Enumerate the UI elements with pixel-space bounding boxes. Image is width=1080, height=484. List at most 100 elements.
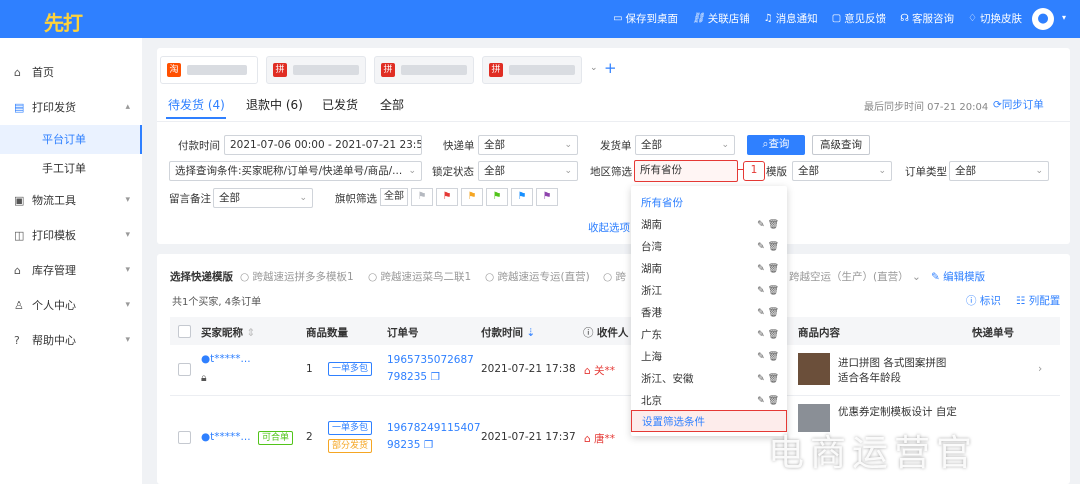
dropdown-option[interactable]: 浙江、安徽 ✎ 🗑︎: [631, 368, 787, 390]
copy-icon[interactable]: ❐: [430, 371, 439, 383]
order-number-link[interactable]: 1965735072687: [387, 354, 474, 366]
trash-icon[interactable]: 🗑︎: [768, 308, 779, 318]
express-select[interactable]: 全部 ⌄: [478, 135, 578, 155]
dropdown-option[interactable]: 上海 ✎ 🗑︎: [631, 346, 787, 368]
dropdown-option[interactable]: 浙江 ✎ 🗑︎: [631, 280, 787, 302]
trash-icon[interactable]: 🗑︎: [768, 220, 779, 230]
edit-icon[interactable]: ✎: [757, 286, 765, 296]
flag-gray-icon[interactable]: ⚑: [411, 188, 433, 206]
sidebar-item-home[interactable]: ⌂ 首页: [0, 55, 142, 89]
support-button[interactable]: ☊ 客服咨询: [900, 11, 954, 26]
order-number-link[interactable]: 98235 ❐: [387, 439, 433, 451]
template-select[interactable]: 全部 ⌄: [792, 161, 892, 181]
flag-purple-icon[interactable]: ⚑: [536, 188, 558, 206]
chevron-down-icon[interactable]: ▾: [1062, 13, 1066, 22]
sidebar-item-inventory[interactable]: ⌂ 库存管理 ▾: [0, 253, 142, 287]
buyer-nickname[interactable]: ●t*****...: [201, 431, 251, 443]
express-template-radio[interactable]: ○ 跨: [603, 269, 626, 284]
row-checkbox[interactable]: [178, 363, 191, 376]
edit-icon[interactable]: ✎: [757, 330, 765, 340]
tab-refunding[interactable]: 退款中 (6): [246, 96, 303, 113]
edit-icon[interactable]: ✎: [757, 396, 765, 406]
notifications-button[interactable]: ♫ 消息通知: [764, 11, 818, 26]
remark-select[interactable]: 全部 ⌄: [213, 188, 313, 208]
copy-icon[interactable]: ❐: [424, 439, 433, 451]
trash-icon[interactable]: 🗑︎: [768, 374, 779, 384]
dropdown-option-all[interactable]: 所有省份: [631, 192, 787, 214]
express-template-radio[interactable]: 跨越空运（生产）(直营） ⌄: [789, 269, 921, 284]
express-template-radio[interactable]: ○ 跨越速运菜鸟二联1: [368, 269, 471, 284]
column-header-pay-time[interactable]: 付款时间 ⇣: [481, 325, 535, 340]
edit-icon[interactable]: ✎: [757, 220, 765, 230]
tab-all[interactable]: 全部: [380, 96, 404, 113]
sidebar-item-print-templates[interactable]: ◫ 打印模板 ▾: [0, 218, 142, 252]
trash-icon[interactable]: 🗑︎: [768, 286, 779, 296]
link-shop-button[interactable]: ⛓ 关联店铺: [692, 11, 750, 26]
sync-orders-link[interactable]: ⟳同步订单: [993, 97, 1044, 112]
feedback-button[interactable]: ▢ 意见反馈: [832, 11, 886, 26]
advanced-query-button[interactable]: 高级查询: [812, 135, 870, 155]
avatar[interactable]: ●: [1032, 8, 1054, 30]
trash-icon[interactable]: 🗑︎: [768, 242, 779, 252]
dropdown-option[interactable]: 湖南 ✎ 🗑︎: [631, 214, 787, 236]
order-number-link[interactable]: 798235 ❐: [387, 371, 440, 383]
save-desktop-button[interactable]: ▭ 保存到桌面: [613, 11, 678, 26]
express-template-radio[interactable]: ○ 跨越速运专运(直营): [485, 269, 590, 284]
trash-icon[interactable]: 🗑︎: [768, 330, 779, 340]
switch-skin-button[interactable]: ♢ 切换皮肤: [968, 11, 1022, 26]
flag-blue-icon[interactable]: ⚑: [511, 188, 533, 206]
query-condition-select[interactable]: 选择查询条件:买家昵称/订单号/快递单号/商品/... ⌄: [169, 161, 422, 181]
recipient[interactable]: ⌂ 唐**: [584, 431, 615, 446]
sidebar-item-help[interactable]: ? 帮助中心 ▾: [0, 323, 142, 357]
edit-icon[interactable]: ✎: [757, 242, 765, 252]
column-header-buyer[interactable]: 买家昵称 ⇕: [201, 325, 255, 340]
edit-template-link[interactable]: ✎ 编辑模版: [931, 269, 985, 284]
sidebar-item-profile[interactable]: ♙ 个人中心 ▾: [0, 288, 142, 322]
sidebar-item-logistics[interactable]: ▣ 物流工具 ▾: [0, 183, 142, 217]
chevron-down-icon[interactable]: ⌄: [590, 63, 598, 73]
express-template-radio[interactable]: ○ 跨越速运拼多多模板1: [240, 269, 354, 284]
trash-icon[interactable]: 🗑︎: [768, 264, 779, 274]
mark-button[interactable]: ⓘ 标识: [966, 293, 1001, 308]
recipient[interactable]: ⌂ 关**: [584, 363, 615, 378]
ship-select[interactable]: 全部 ⌄: [635, 135, 735, 155]
collapse-options-link[interactable]: 收起选项: [588, 220, 630, 235]
shop-tab[interactable]: 淘: [160, 56, 258, 84]
add-shop-button[interactable]: +: [604, 59, 617, 77]
set-filter-conditions-button[interactable]: 设置筛选条件: [631, 410, 787, 432]
tab-pending-ship[interactable]: 待发货 (4): [168, 96, 225, 113]
edit-icon[interactable]: ✎: [757, 374, 765, 384]
edit-icon[interactable]: ✎: [757, 308, 765, 318]
trash-icon[interactable]: 🗑︎: [768, 352, 779, 362]
flag-all-button[interactable]: 全部: [380, 188, 408, 206]
region-select[interactable]: 所有省份: [634, 160, 738, 182]
lock-status-select[interactable]: 全部 ⌄: [478, 161, 578, 181]
row-checkbox[interactable]: [178, 431, 191, 444]
query-button[interactable]: ⌕查询: [747, 135, 805, 155]
shop-tab[interactable]: 拼: [482, 56, 582, 84]
flag-red-icon[interactable]: ⚑: [436, 188, 458, 206]
flag-yellow-icon[interactable]: ⚑: [461, 188, 483, 206]
trash-icon[interactable]: 🗑︎: [768, 396, 779, 406]
shop-tab[interactable]: 拼: [266, 56, 366, 84]
dropdown-option[interactable]: 湖南 ✎ 🗑︎: [631, 258, 787, 280]
select-all-checkbox[interactable]: [178, 325, 191, 338]
order-number-link[interactable]: 19678249115407: [387, 422, 481, 434]
edit-icon[interactable]: ✎: [757, 264, 765, 274]
pay-time-range-input[interactable]: 2021-07-06 00:00 - 2021-07-21 23:59: [224, 135, 422, 155]
dropdown-option[interactable]: 香港 ✎ 🗑︎: [631, 302, 787, 324]
sidebar-item-manual-orders[interactable]: 手工订单: [0, 154, 142, 183]
column-config-button[interactable]: ☷ 列配置: [1016, 293, 1060, 308]
shop-tab[interactable]: 拼: [374, 56, 474, 84]
sidebar-item-platform-orders[interactable]: 平台订单: [0, 125, 142, 154]
edit-icon[interactable]: ✎: [757, 352, 765, 362]
buyer-nickname[interactable]: ●t*****...: [201, 353, 251, 365]
dropdown-option[interactable]: 台湾 ✎ 🗑︎: [631, 236, 787, 258]
tab-shipped[interactable]: 已发货: [322, 96, 358, 113]
sidebar-item-print-ship[interactable]: ▤ 打印发货 ▴: [0, 90, 142, 124]
chevron-right-icon[interactable]: ›: [1038, 363, 1042, 375]
dropdown-option[interactable]: 广东 ✎ 🗑︎: [631, 324, 787, 346]
dropdown-option[interactable]: 北京 ✎ 🗑︎: [631, 390, 787, 412]
order-type-select[interactable]: 全部 ⌄: [949, 161, 1049, 181]
flag-green-icon[interactable]: ⚑: [486, 188, 508, 206]
